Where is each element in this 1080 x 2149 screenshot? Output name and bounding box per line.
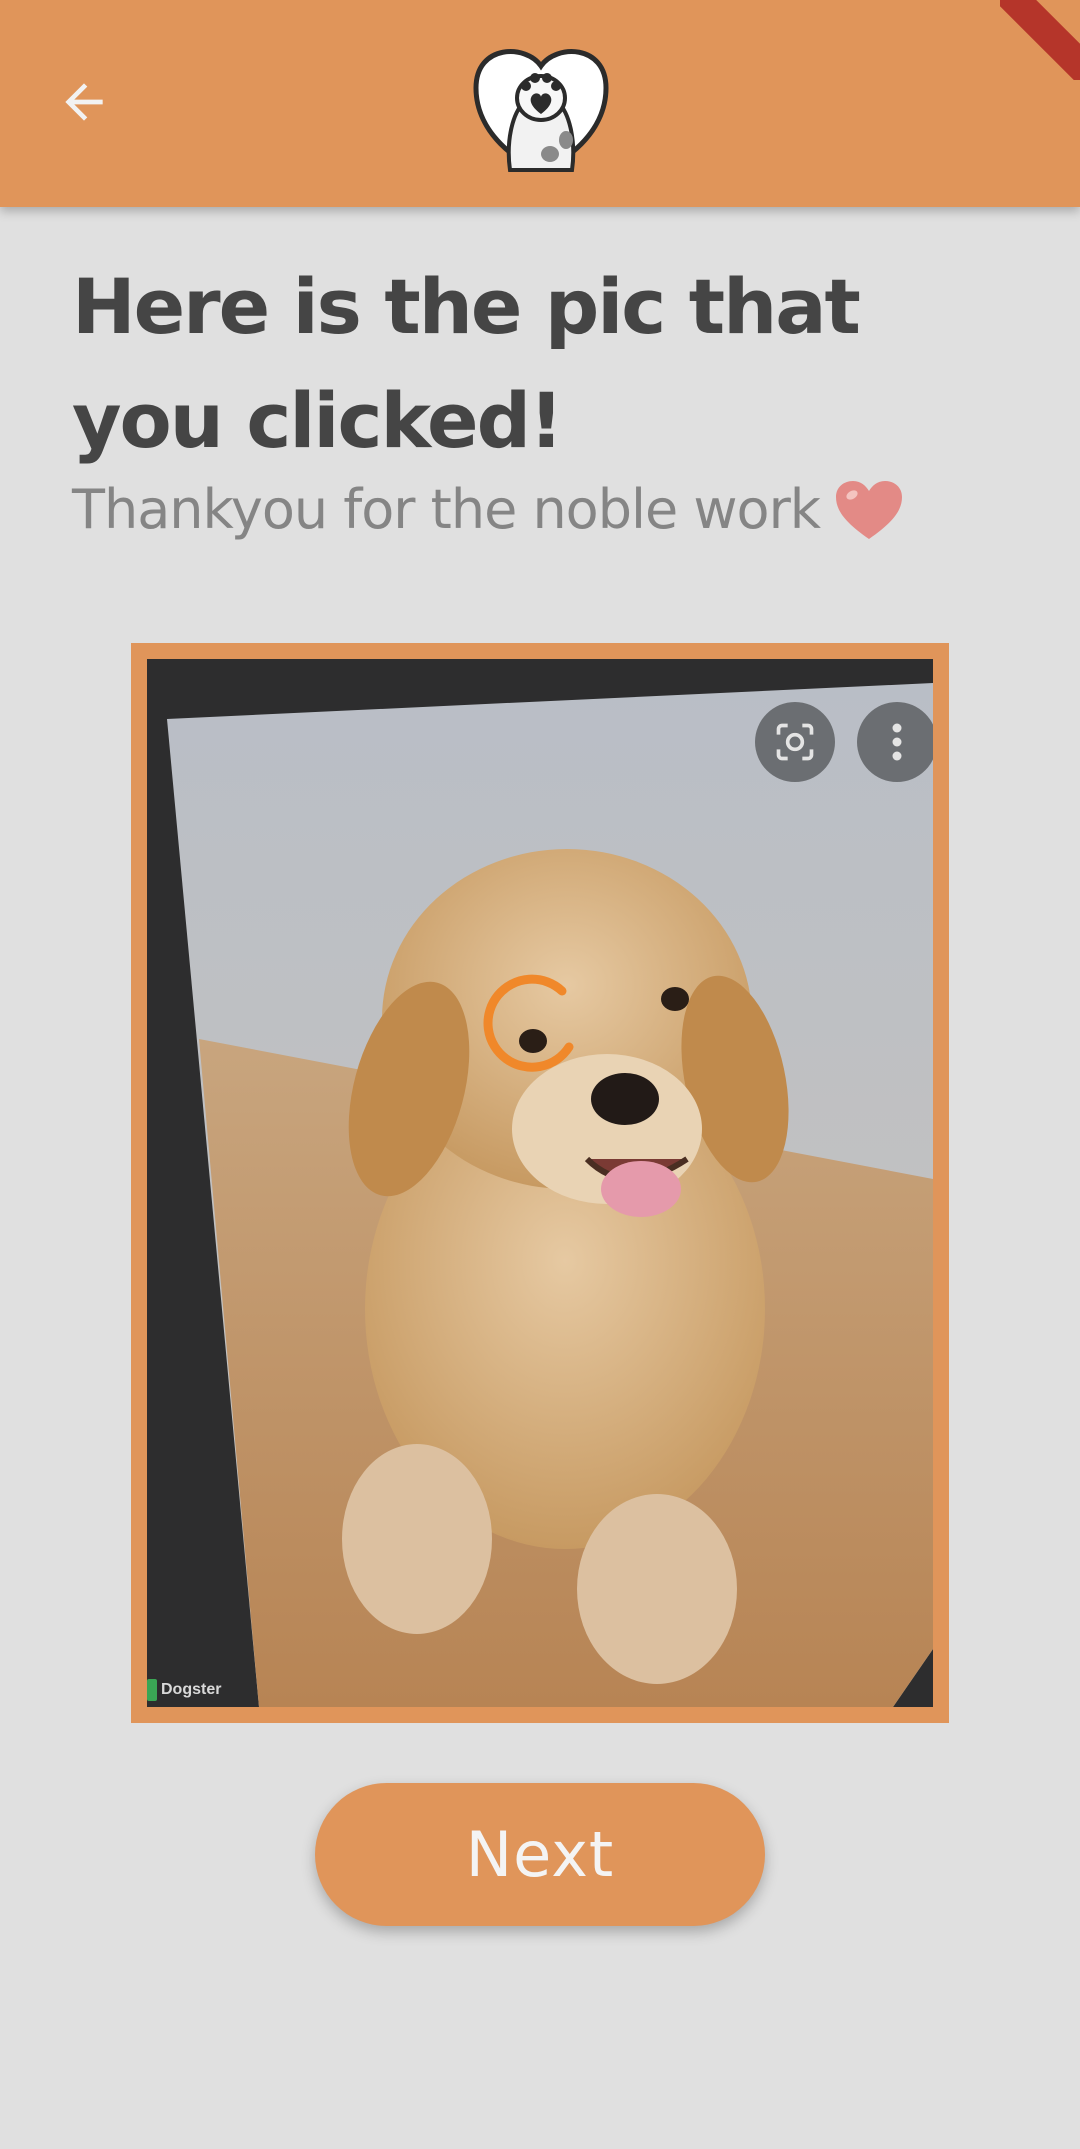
debug-banner <box>1000 0 1080 80</box>
more-options-button <box>857 702 933 782</box>
heart-emoji-icon <box>836 480 903 539</box>
subtitle: Thankyou for the noble work <box>72 478 904 541</box>
lens-scan-icon <box>776 723 814 761</box>
back-button[interactable] <box>52 70 116 134</box>
heart-paw-logo-icon <box>473 49 609 172</box>
more-vert-icon <box>892 723 902 761</box>
page-title: Here is the pic that you clicked! <box>72 262 861 465</box>
watermark-text: Dogster <box>161 1681 222 1698</box>
arrow-left-icon <box>65 83 103 121</box>
photo-watermark: Dogster <box>147 1679 221 1701</box>
loading-spinner-icon <box>483 974 574 1072</box>
next-button[interactable]: Next <box>315 1783 765 1926</box>
watermark-icon <box>147 1679 157 1701</box>
captured-photo: Dogster <box>147 659 933 1707</box>
photo-frame: Dogster <box>131 643 949 1723</box>
lens-scan-button <box>755 702 835 782</box>
subtitle-text: Thankyou for the noble work <box>72 478 821 541</box>
app-bar <box>0 0 1080 207</box>
